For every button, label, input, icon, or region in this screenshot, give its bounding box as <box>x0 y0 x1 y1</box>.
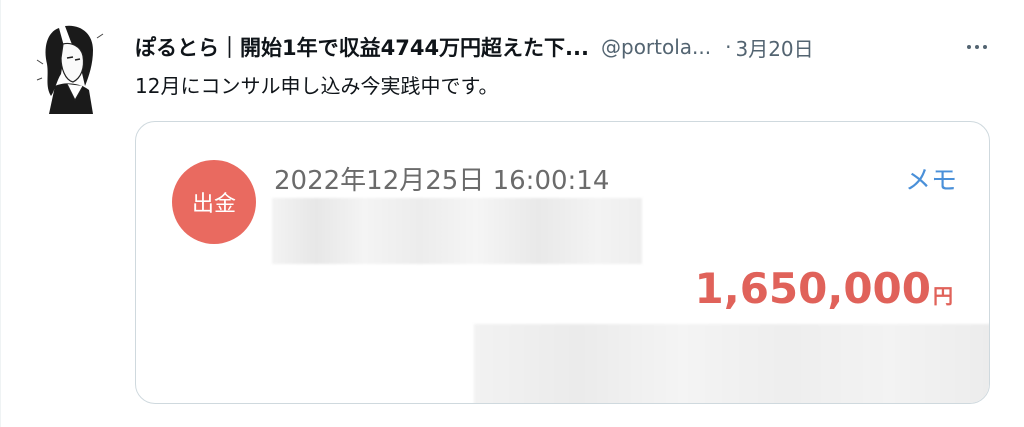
display-name[interactable]: ぽるとら｜開始1年で収益4744万円超えた下... <box>135 32 589 62</box>
avatar[interactable] <box>31 20 111 114</box>
separator-dot: · <box>725 35 732 59</box>
transaction-amount: 1,650,000 円 <box>695 264 953 313</box>
currency-unit: 円 <box>933 284 953 308</box>
tweet-header: ぽるとら｜開始1年で収益4744万円超えた下... @portola... · … <box>135 30 995 64</box>
amount-value: 1,650,000 <box>694 264 931 313</box>
avatar-illustration-icon <box>31 20 111 114</box>
blurred-details <box>272 198 642 264</box>
withdrawal-badge: 出金 <box>172 160 256 244</box>
attached-image[interactable]: 出金 2022年12月25日 16:00:14 メモ 1,650,000 円 <box>135 121 990 404</box>
tweet-text: 12月にコンサル申し込み今実践中です。 <box>135 74 499 98</box>
tweet-timestamp[interactable]: 3月20日 <box>735 33 813 62</box>
more-horizontal-icon[interactable] <box>959 34 995 60</box>
memo-link: メモ <box>904 166 957 196</box>
transaction-date: 2022年12月25日 16:00:14 <box>274 166 610 196</box>
blurred-footer <box>474 324 989 403</box>
tweet: ぽるとら｜開始1年で収益4744万円超えた下... @portola... · … <box>0 0 1024 427</box>
user-handle[interactable]: @portola... <box>601 35 711 59</box>
